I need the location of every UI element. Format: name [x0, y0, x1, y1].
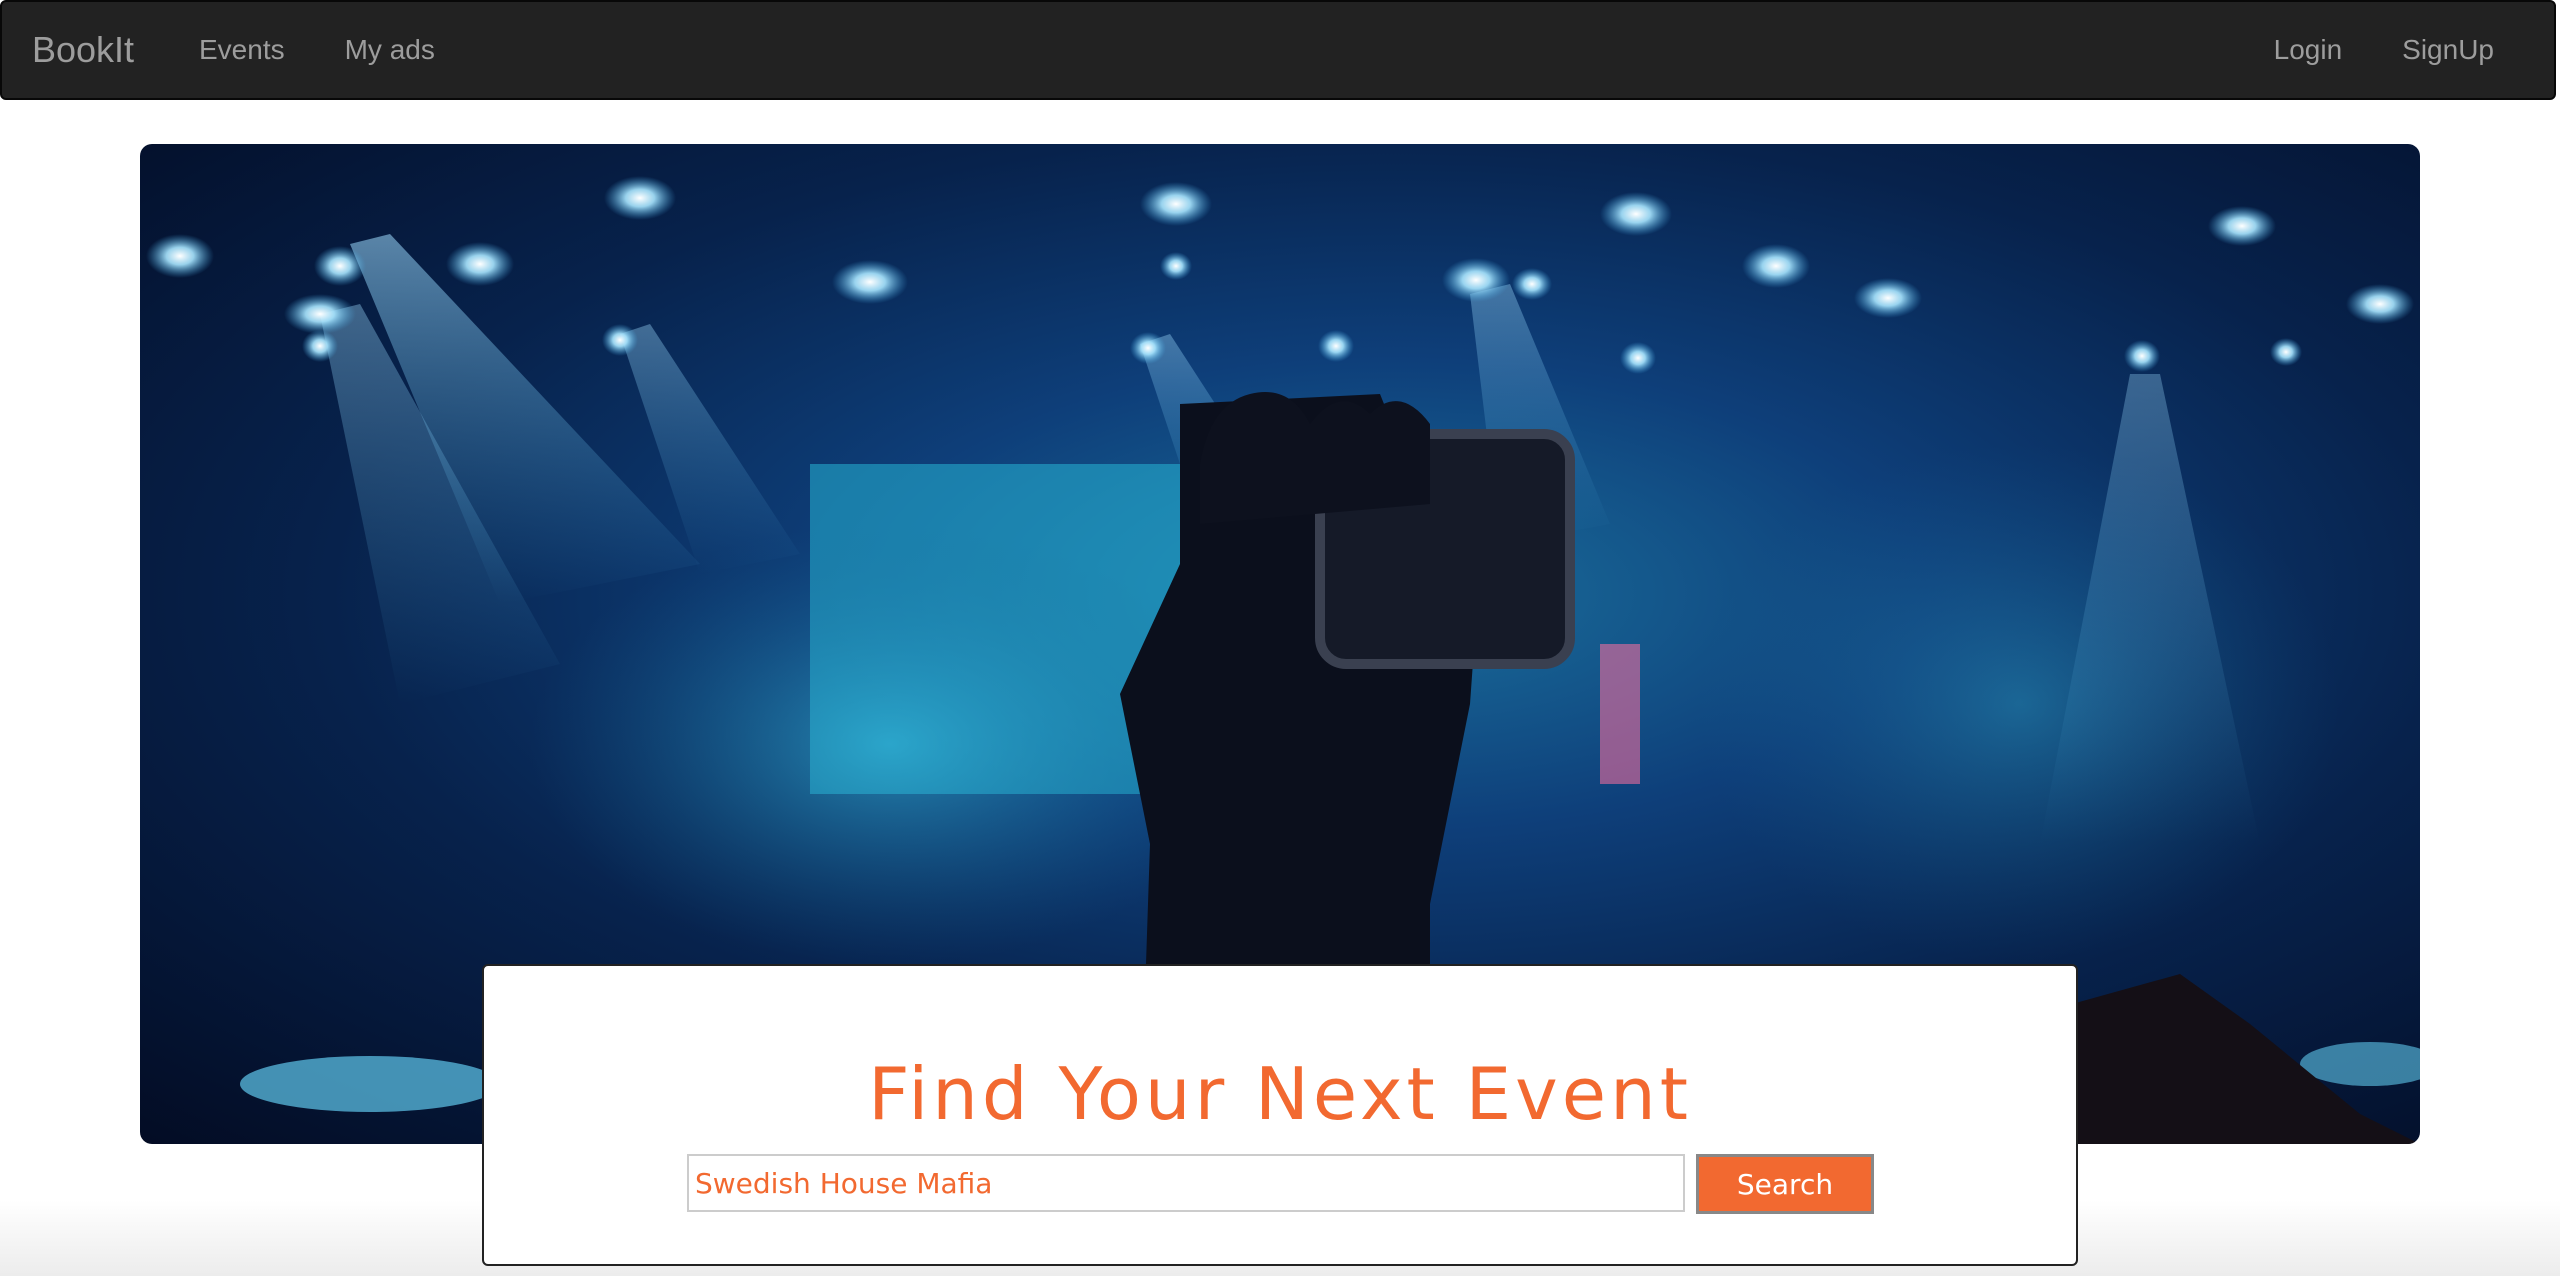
nav-link-my-ads[interactable]: My ads	[315, 34, 465, 66]
search-input[interactable]	[687, 1154, 1685, 1212]
nav-link-signup[interactable]: SignUp	[2372, 34, 2524, 66]
nav-right-links: Login SignUp	[2244, 34, 2524, 66]
nav-left-links: Events My ads	[169, 34, 465, 66]
search-button[interactable]: Search	[1696, 1154, 1874, 1214]
top-navbar: BookIt Events My ads Login SignUp	[0, 0, 2556, 100]
nav-link-events[interactable]: Events	[169, 34, 315, 66]
search-card: Find Your Next Event Search	[482, 964, 2078, 1266]
search-title: Find Your Next Event	[868, 1052, 1692, 1136]
brand-logo[interactable]: BookIt	[32, 29, 134, 71]
nav-link-login[interactable]: Login	[2244, 34, 2373, 66]
